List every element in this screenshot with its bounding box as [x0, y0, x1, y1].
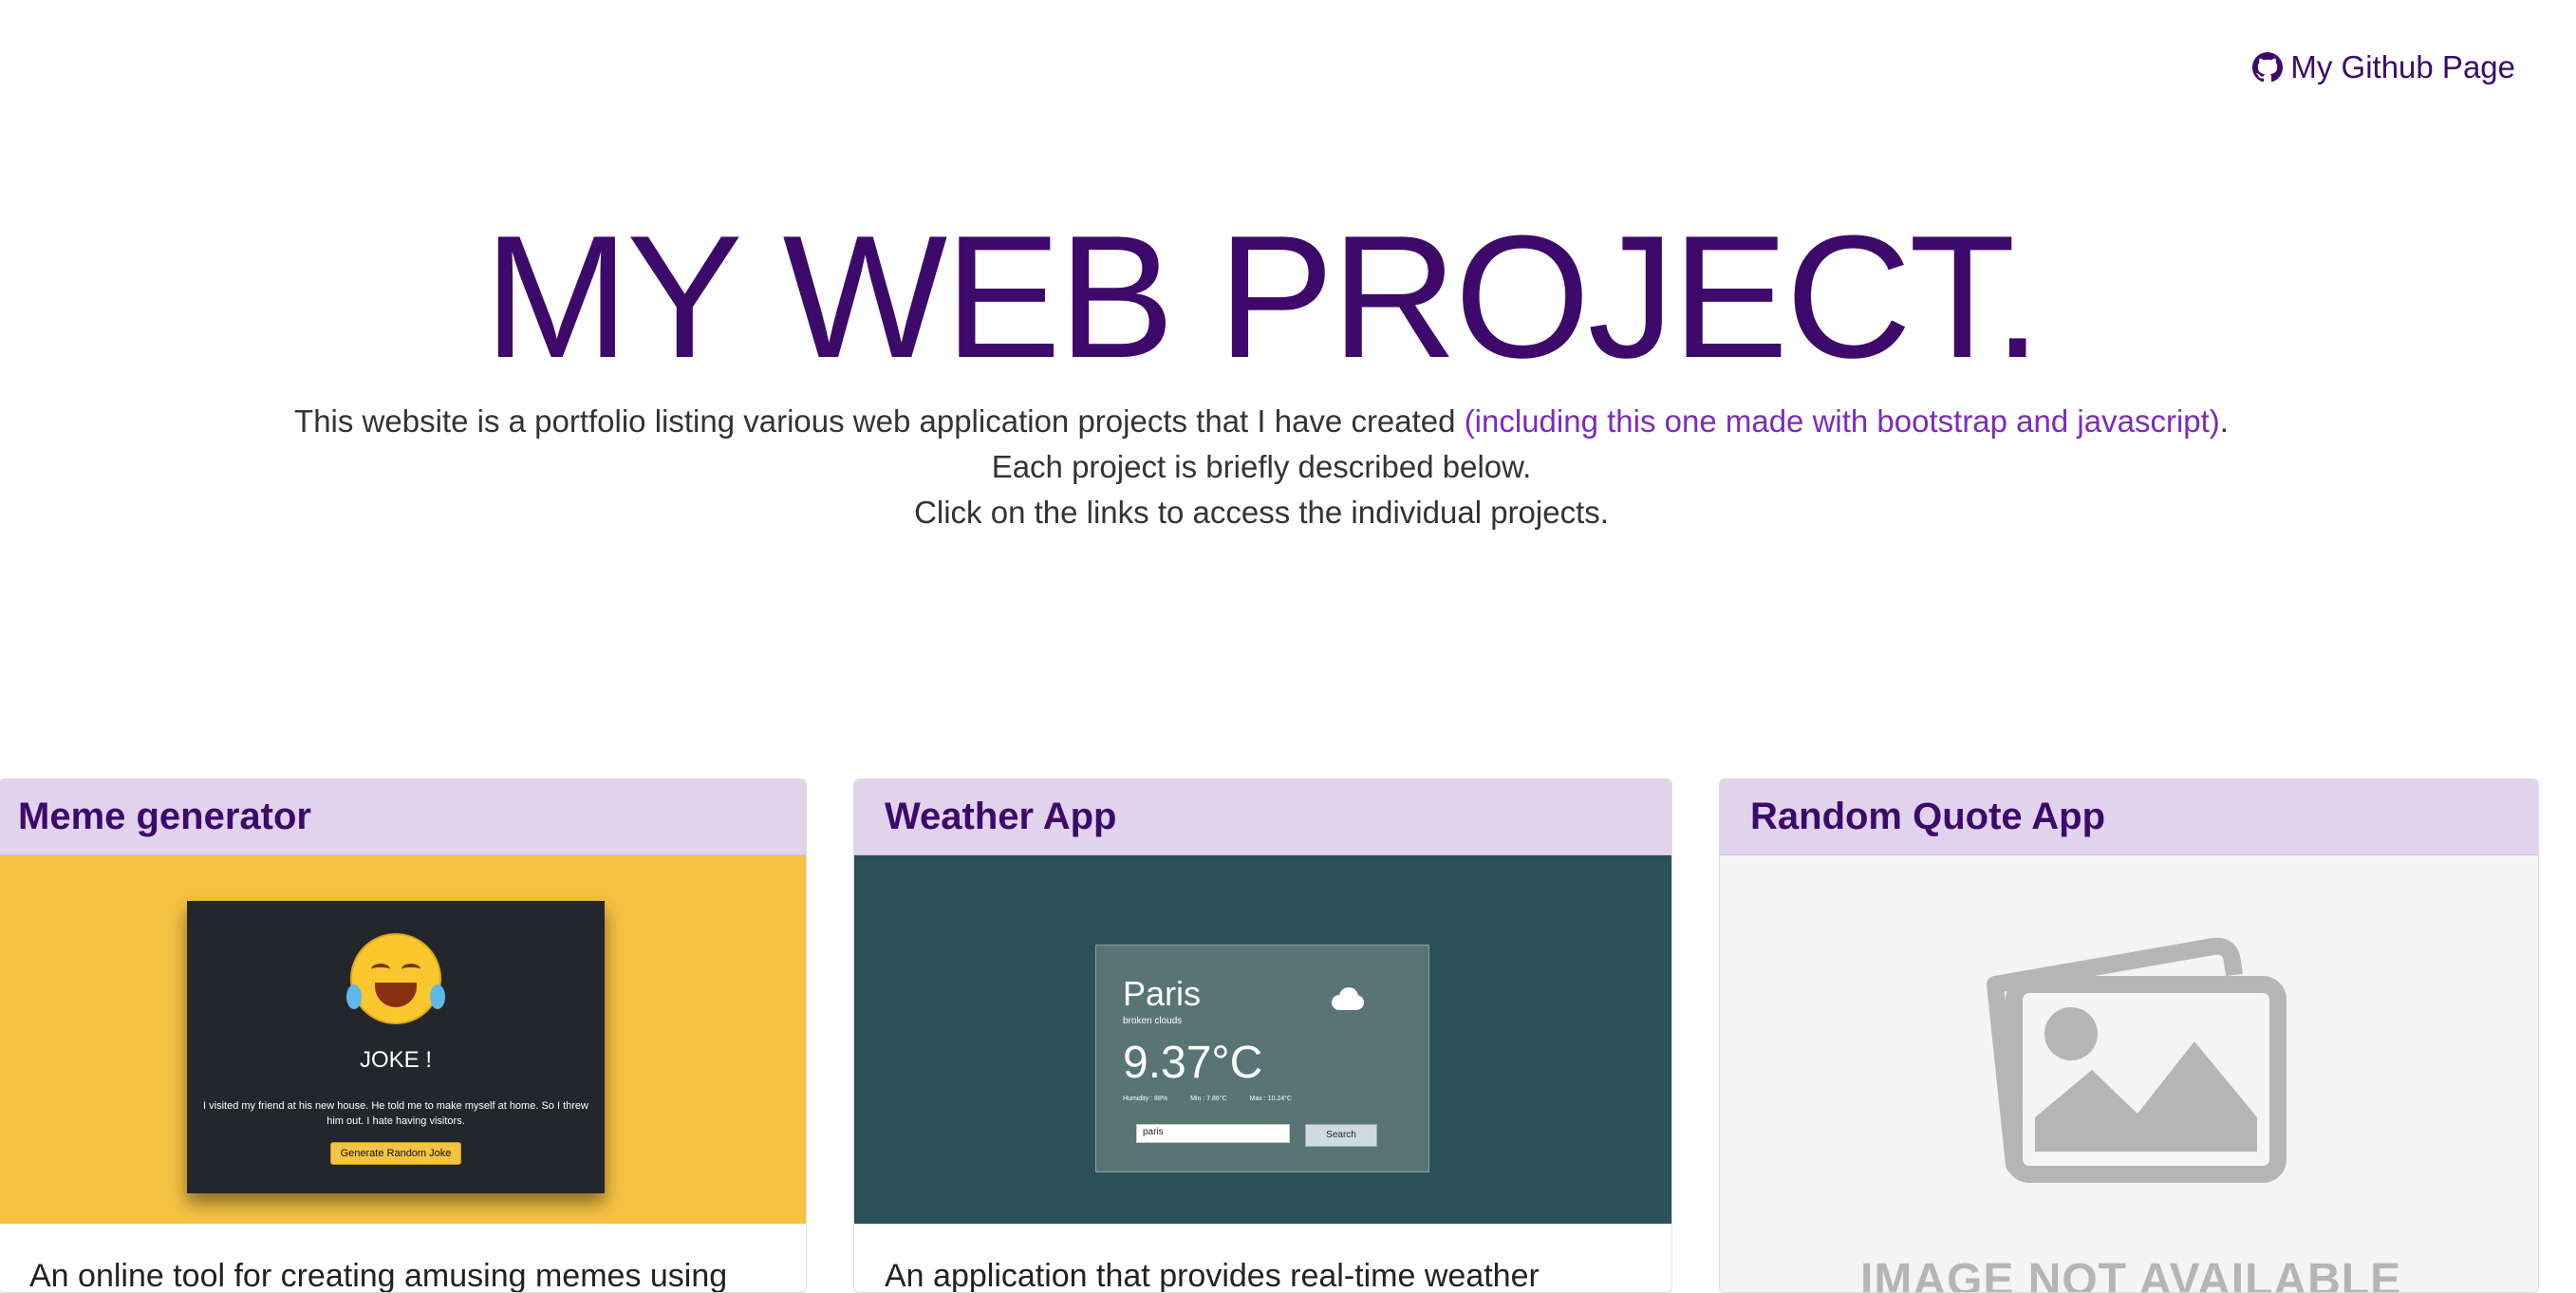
card-description: An application that provides real-time w… — [885, 1258, 1540, 1293]
card-title[interactable]: Weather App — [885, 796, 1116, 838]
weather-temperature: 9.37°C — [1123, 1038, 1263, 1088]
hero-line-3: Click on the links to access the individ… — [914, 495, 1609, 530]
hero-line-1: This website is a portfolio listing vari… — [0, 399, 2523, 444]
weather-humidity: Humidity : 88% — [1123, 1096, 1168, 1102]
card-description: An online tool for creating amusing meme… — [29, 1258, 728, 1293]
weather-widget: Paris broken clouds 9.37°C Humidity : 88… — [1095, 945, 1429, 1172]
generate-joke-button: Generate Random Joke — [329, 1142, 462, 1165]
card-header: Random Quote App — [1720, 779, 2538, 855]
card-title[interactable]: Meme generator — [18, 796, 311, 838]
github-icon — [2252, 52, 2284, 83]
card-header: Weather App — [854, 779, 1671, 855]
weather-preview-background: Paris broken clouds 9.37°C Humidity : 88… — [854, 855, 1671, 1224]
placeholder-background: IMAGE NOT AVAILABLE — [1720, 855, 2538, 1292]
hero-line-1-end: . — [2219, 403, 2229, 439]
project-card-meme-generator[interactable]: Meme generator JOKE ! I visited my frien… — [0, 778, 807, 1293]
card-preview-image[interactable]: Paris broken clouds 9.37°C Humidity : 88… — [854, 855, 1671, 1224]
github-page-link[interactable]: My Github Page — [2252, 49, 2515, 85]
weather-min: Min : 7.86°C — [1190, 1096, 1227, 1102]
image-not-available-text: IMAGE NOT AVAILABLE — [1860, 1255, 2402, 1292]
image-placeholder-icon — [1987, 937, 2287, 1183]
cloud-icon — [1326, 985, 1368, 1010]
github-link-label: My Github Page — [2290, 49, 2515, 84]
hero-line-2: Each project is briefly described below. — [991, 449, 1532, 484]
project-card-weather-app[interactable]: Weather App Paris broken clouds 9.37°C H… — [853, 778, 1672, 1293]
card-title[interactable]: Random Quote App — [1750, 796, 2105, 838]
weather-stats: Humidity : 88% Min : 7.86°C Max : 10.24°… — [1123, 1096, 1292, 1102]
page-title: MY WEB PROJECT. — [483, 198, 2043, 394]
hero-line-1-accent: (including this one made with bootstrap … — [1464, 403, 2220, 439]
card-preview-image[interactable]: IMAGE NOT AVAILABLE — [1720, 855, 2538, 1292]
joke-heading: JOKE ! — [359, 1047, 433, 1073]
weather-description: broken clouds — [1123, 1016, 1183, 1026]
hero-description: This website is a portfolio listing vari… — [0, 399, 2523, 535]
card-header: Meme generator — [0, 779, 806, 855]
weather-max: Max : 10.24°C — [1249, 1096, 1293, 1102]
card-preview-image[interactable]: JOKE ! I visited my friend at his new ho… — [0, 855, 806, 1224]
joke-text: I visited my friend at his new house. He… — [203, 1100, 588, 1127]
hero-line-1-text: This website is a portfolio listing vari… — [294, 403, 1465, 439]
weather-search-button: Search — [1305, 1124, 1377, 1147]
project-card-random-quote-app[interactable]: Random Quote App IMAGE NOT AVAILABLE — [1719, 778, 2539, 1293]
crying-laughing-emoji-icon — [346, 933, 445, 1024]
meme-preview-background: JOKE ! I visited my friend at his new ho… — [0, 855, 806, 1224]
joke-box: JOKE ! I visited my friend at his new ho… — [187, 901, 605, 1193]
weather-city: Paris — [1123, 974, 1202, 1013]
weather-search-input: paris — [1136, 1124, 1290, 1143]
